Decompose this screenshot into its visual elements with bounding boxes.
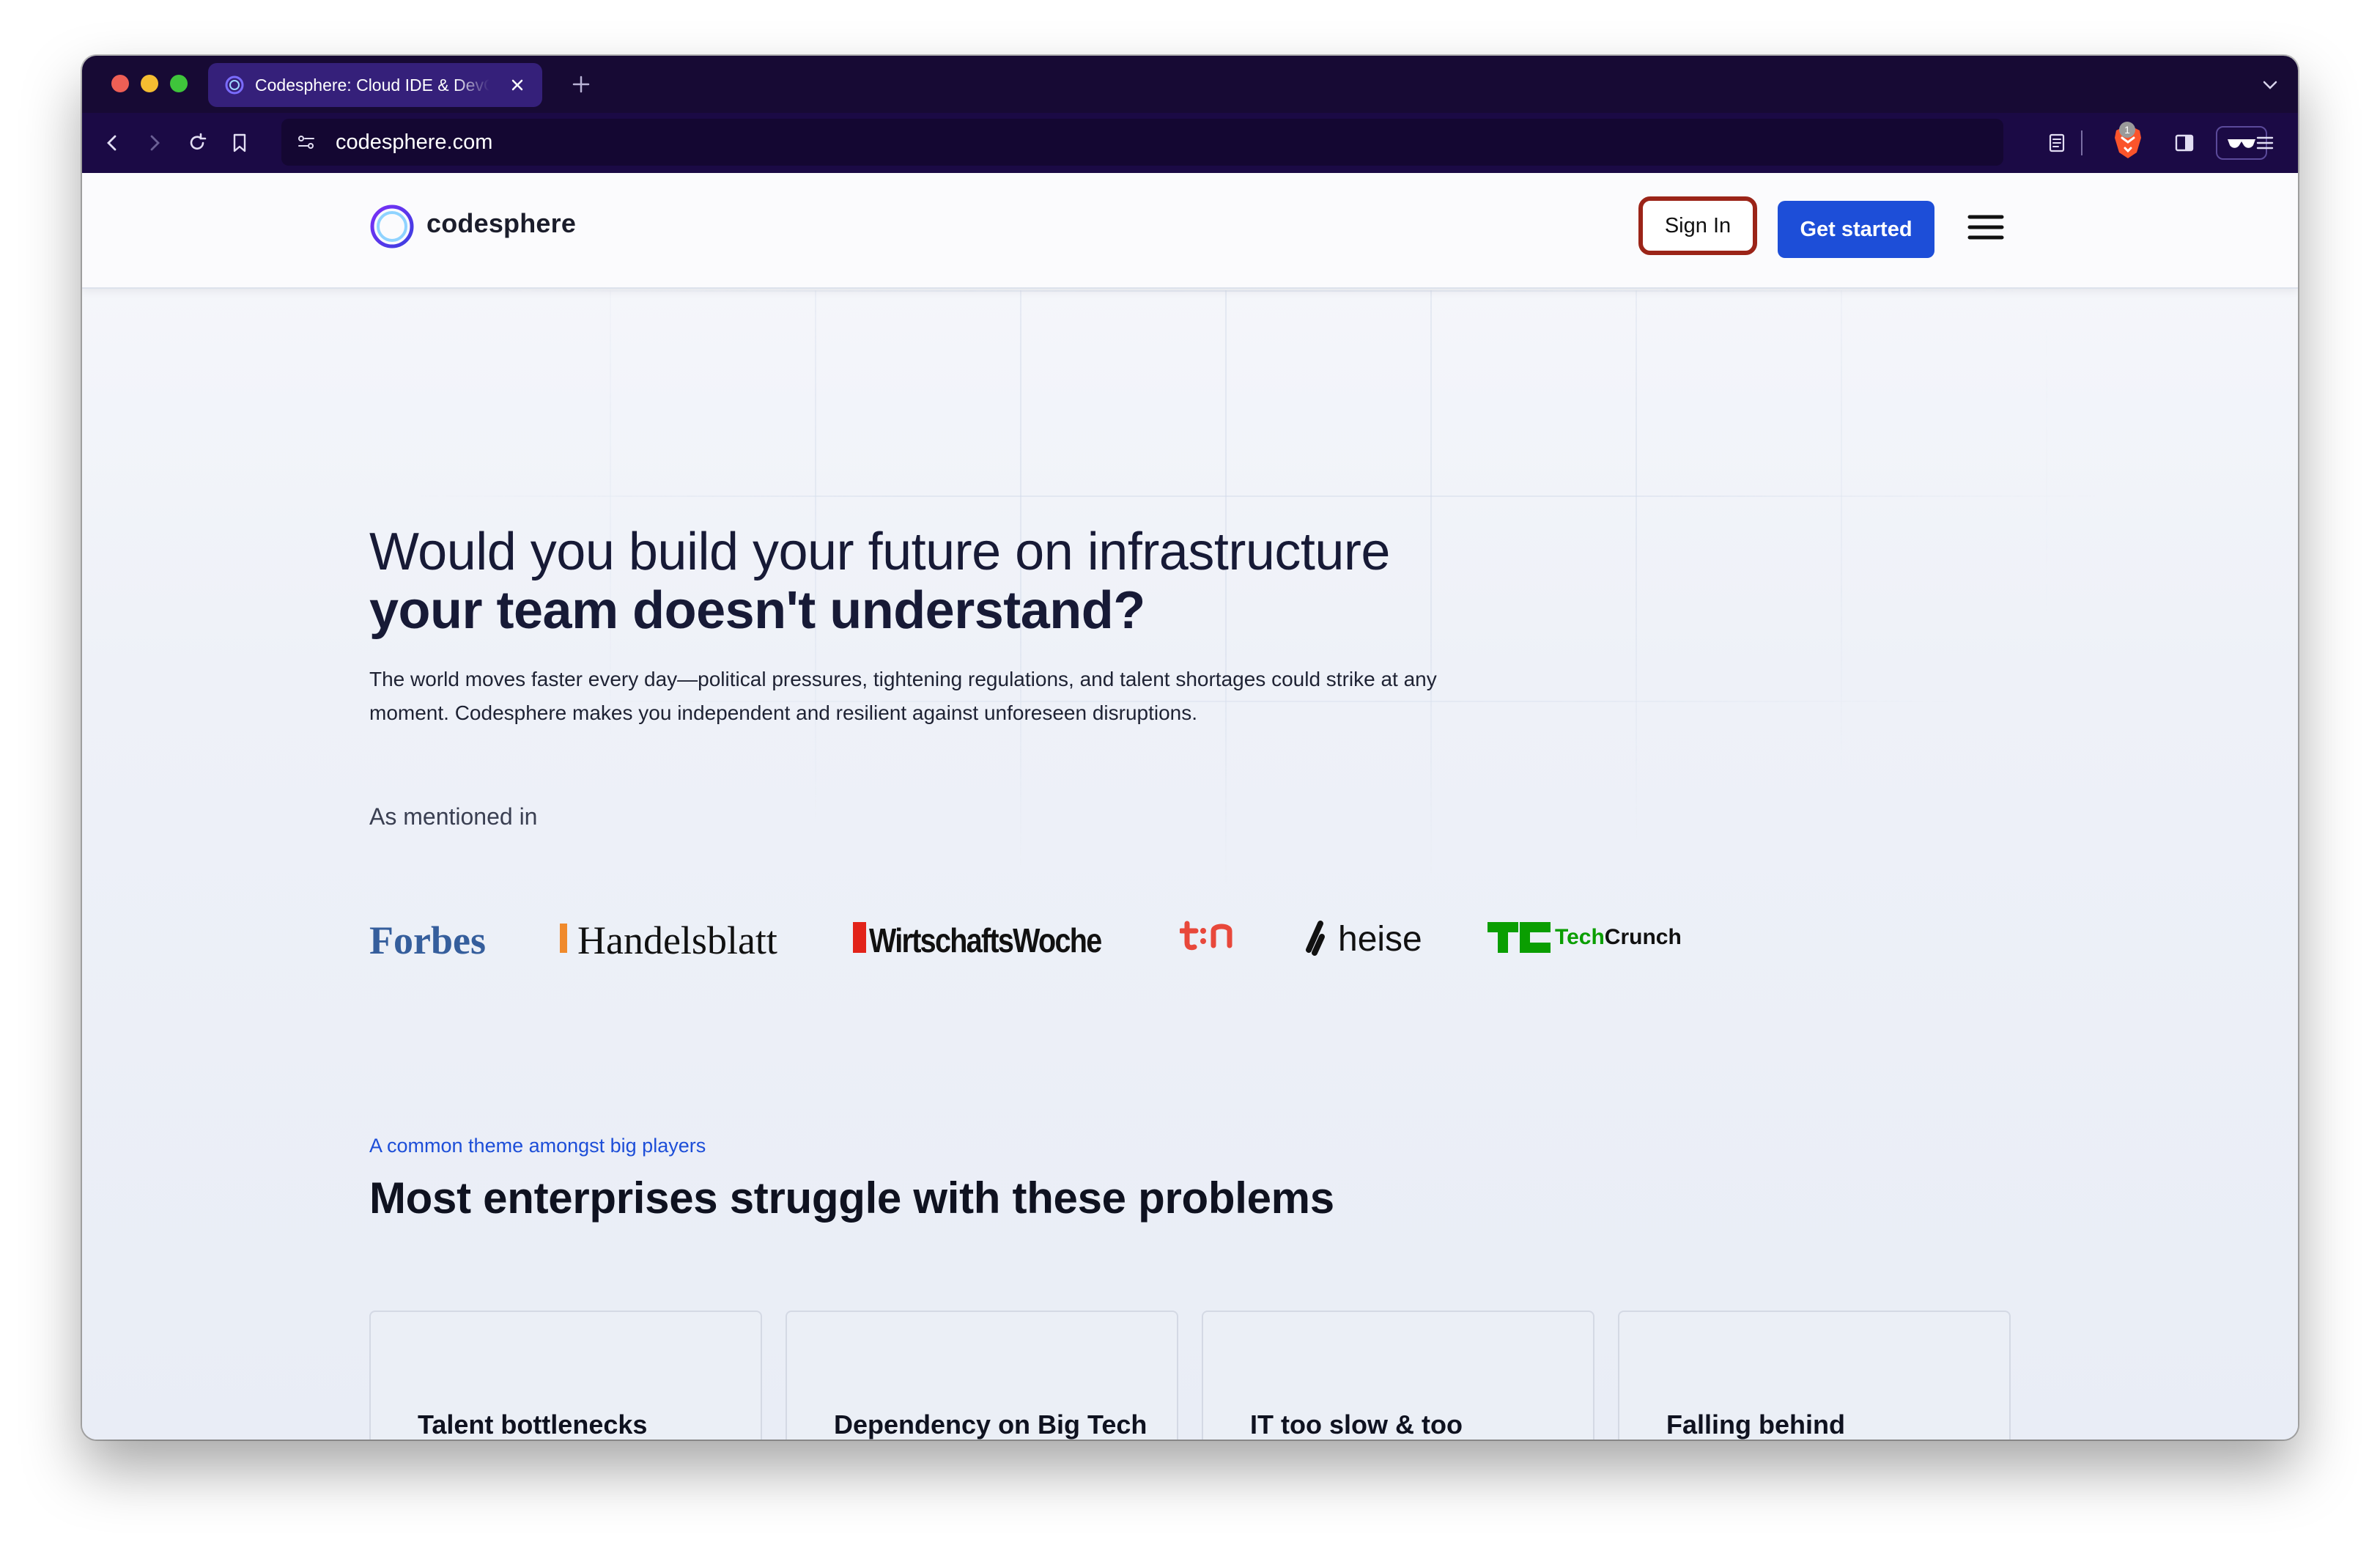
codesphere-logo-icon[interactable] xyxy=(369,204,415,249)
problem-card[interactable]: Falling behind competition xyxy=(1618,1311,2011,1440)
reader-mode-icon[interactable] xyxy=(2043,129,2071,157)
site-header: codesphere Sign In Get started xyxy=(82,173,2298,289)
problem-card-title: Dependency on Big Tech xyxy=(834,1409,1148,1440)
techcrunch-tech-text: Tech xyxy=(1555,925,1605,949)
hero-title-line1: Would you build your future on infrastru… xyxy=(369,523,1390,581)
shields-count-badge: 1 xyxy=(2119,122,2135,138)
codesphere-favicon-icon xyxy=(225,75,244,95)
problem-card[interactable]: Talent bottlenecks xyxy=(369,1311,762,1440)
get-started-button[interactable]: Get started xyxy=(1778,201,1934,258)
chevron-down-icon[interactable] xyxy=(2258,73,2282,97)
reload-icon[interactable] xyxy=(183,129,211,157)
heise-logo: heise xyxy=(1338,920,1422,959)
address-bar[interactable] xyxy=(281,119,2003,166)
handelsblatt-bar-mark xyxy=(560,924,567,953)
toolbar-divider xyxy=(2081,130,2082,155)
close-tab-icon[interactable] xyxy=(506,73,529,97)
problems-eyebrow: A common theme amongst big players xyxy=(369,1135,706,1157)
browser-window: Codesphere: Cloud IDE & DevOps codespher… xyxy=(82,56,2298,1440)
logo-wordmark[interactable]: codesphere xyxy=(426,208,576,239)
sidebar-toggle-icon[interactable] xyxy=(2170,129,2198,157)
site-settings-icon[interactable] xyxy=(293,129,319,155)
minimize-window-button[interactable] xyxy=(141,75,158,92)
tab-strip: Codesphere: Cloud IDE & DevOps xyxy=(82,56,2298,113)
web-page: codesphere Sign In Get started Would you… xyxy=(82,173,2298,1440)
press-label: As mentioned in xyxy=(369,803,538,830)
problem-card-title: Falling behind competition xyxy=(1666,1409,1845,1440)
hero-title-line2: your team doesn't understand? xyxy=(369,581,1145,640)
t3n-logo xyxy=(1180,921,1232,951)
techcrunch-crunch-text: Crunch xyxy=(1604,925,1682,949)
handelsblatt-logo: Handelsblatt xyxy=(577,918,777,962)
sign-in-button[interactable]: Sign In xyxy=(1638,196,1757,255)
problem-card-title: IT too slow & too expensive xyxy=(1250,1409,1463,1440)
tab-title: Codesphere: Cloud IDE & DevOps xyxy=(255,75,489,95)
wiwo-square-mark xyxy=(853,922,866,953)
problem-card[interactable]: IT too slow & too expensive xyxy=(1202,1311,1594,1440)
new-tab-icon[interactable] xyxy=(569,72,594,97)
problems-title: Most enterprises struggle with these pro… xyxy=(369,1173,1334,1223)
close-window-button[interactable] xyxy=(111,75,129,92)
maximize-window-button[interactable] xyxy=(170,75,188,92)
problem-card-title: Talent bottlenecks xyxy=(418,1409,648,1440)
heise-slash-mark xyxy=(1306,921,1325,956)
bookmark-icon[interactable] xyxy=(226,129,254,157)
forbes-logo: Forbes xyxy=(369,918,486,962)
tab-codesphere[interactable]: Codesphere: Cloud IDE & DevOps xyxy=(208,63,542,107)
menu-icon[interactable] xyxy=(2251,129,2279,157)
techcrunch-logo-mark xyxy=(1488,922,1551,953)
wirtschaftswoche-logo: WirtschaftsWoche xyxy=(869,921,1102,959)
techcrunch-logo: TechCrunch xyxy=(1555,925,1682,984)
hamburger-menu-icon[interactable] xyxy=(1967,213,2005,242)
url-text: codesphere.com xyxy=(336,130,493,154)
back-icon[interactable] xyxy=(98,129,126,157)
problem-card[interactable]: Dependency on Big Tech xyxy=(786,1311,1178,1440)
hero-subtitle: The world moves faster every day—politic… xyxy=(369,668,1437,724)
forward-icon[interactable] xyxy=(141,129,169,157)
